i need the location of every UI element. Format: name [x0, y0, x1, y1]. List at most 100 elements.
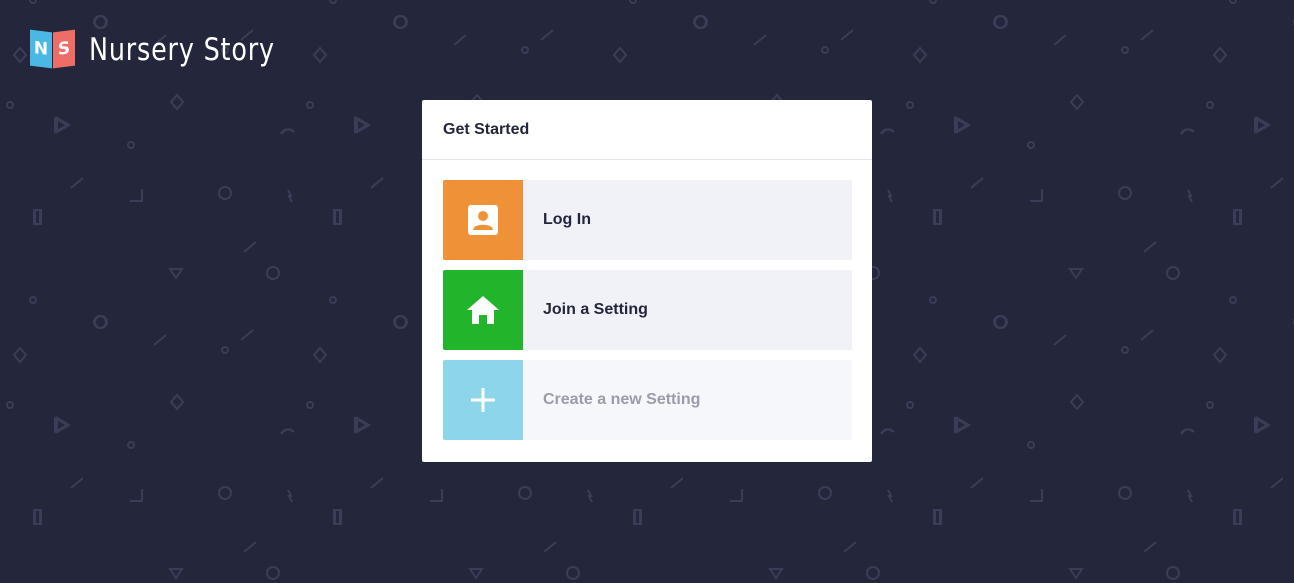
pattern-doodle	[12, 46, 28, 64]
pattern-doodle	[587, 489, 593, 503]
pattern-doodle	[70, 177, 84, 189]
pattern-doodle	[334, 209, 342, 225]
pattern-doodle	[1030, 489, 1043, 502]
pattern-doodle	[70, 477, 84, 489]
log-in-icon-tile	[443, 180, 523, 260]
pattern-doodle	[34, 509, 42, 525]
pattern-doodle	[312, 46, 328, 64]
create-setting-button[interactable]: Create a new Setting	[443, 360, 852, 440]
pattern-doodle	[221, 346, 229, 354]
pattern-doodle	[1030, 189, 1043, 202]
pattern-doodle	[1166, 566, 1180, 580]
pattern-doodle	[240, 329, 254, 341]
options-list: Log In Join a Setting Create a new Setti…	[422, 160, 872, 440]
pattern-doodle	[634, 509, 642, 525]
pattern-doodle	[243, 241, 257, 253]
pattern-doodle	[629, 0, 637, 4]
home-icon	[467, 296, 499, 324]
brand-logo[interactable]: N S Nursery Story	[30, 29, 316, 69]
pattern-doodle	[1187, 489, 1193, 503]
pattern-doodle	[768, 568, 784, 580]
pattern-doodle	[521, 46, 529, 54]
pattern-doodle	[168, 568, 184, 580]
pattern-doodle	[130, 489, 143, 502]
pattern-doodle	[169, 93, 185, 111]
pattern-doodle	[306, 401, 314, 409]
pattern-doodle	[1229, 0, 1237, 4]
pattern-doodle	[887, 489, 893, 503]
pattern-doodle	[1053, 334, 1067, 346]
pattern-doodle	[887, 189, 893, 203]
card-header: Get Started	[422, 100, 872, 160]
pattern-doodle	[612, 46, 628, 64]
pattern-doodle	[218, 186, 232, 200]
logo-mark: N S	[30, 29, 76, 69]
pattern-doodle	[1121, 346, 1129, 354]
pattern-doodle	[243, 541, 257, 553]
pattern-doodle	[266, 266, 280, 280]
pattern-doodle	[1069, 393, 1085, 411]
pattern-doodle	[970, 477, 984, 489]
log-in-button[interactable]: Log In	[443, 180, 852, 260]
pattern-doodle	[312, 346, 328, 364]
brand-name: Nursery Story	[89, 31, 275, 68]
get-started-card: Get Started Log In Join a Setting Create…	[422, 100, 872, 462]
pattern-doodle	[6, 101, 14, 109]
pattern-doodle	[130, 189, 143, 202]
pattern-doodle	[543, 541, 557, 553]
pattern-doodle	[1118, 186, 1132, 200]
pattern-doodle	[840, 29, 854, 41]
pattern-doodle	[1140, 329, 1154, 341]
pattern-doodle	[929, 296, 937, 304]
plus-icon	[471, 388, 495, 412]
pattern-doodle	[1027, 441, 1035, 449]
pattern-doodle	[1206, 101, 1214, 109]
pattern-doodle	[370, 177, 384, 189]
pattern-doodle	[1143, 541, 1157, 553]
pattern-doodle	[1187, 189, 1193, 203]
pattern-doodle	[912, 346, 928, 364]
log-in-label: Log In	[543, 211, 591, 228]
logo-mark-s: S	[53, 29, 75, 69]
pattern-doodle	[1166, 266, 1180, 280]
create-setting-icon-tile	[443, 360, 523, 440]
pattern-doodle	[1143, 241, 1157, 253]
pattern-doodle	[906, 401, 914, 409]
pattern-doodle	[287, 489, 293, 503]
pattern-doodle	[912, 46, 928, 64]
pattern-doodle	[287, 189, 293, 203]
pattern-doodle	[468, 568, 484, 580]
join-setting-button[interactable]: Join a Setting	[443, 270, 852, 350]
pattern-doodle	[1270, 477, 1284, 489]
pattern-doodle	[153, 334, 167, 346]
pattern-doodle	[970, 177, 984, 189]
card-title: Get Started	[443, 120, 530, 138]
pattern-doodle	[329, 296, 337, 304]
pattern-doodle	[370, 477, 384, 489]
user-badge-icon	[468, 205, 498, 235]
pattern-doodle	[1118, 486, 1132, 500]
pattern-doodle	[929, 0, 937, 4]
pattern-doodle	[934, 509, 942, 525]
pattern-doodle	[29, 0, 37, 4]
pattern-doodle	[1027, 141, 1035, 149]
pattern-doodle	[1140, 29, 1154, 41]
pattern-doodle	[329, 0, 337, 4]
pattern-doodle	[1234, 509, 1242, 525]
pattern-doodle	[1068, 268, 1084, 280]
pattern-doodle	[670, 477, 684, 489]
join-setting-icon-tile	[443, 270, 523, 350]
pattern-doodle	[1270, 177, 1284, 189]
pattern-doodle	[1121, 46, 1129, 54]
pattern-doodle	[34, 209, 42, 225]
pattern-doodle	[1229, 296, 1237, 304]
pattern-doodle	[168, 268, 184, 280]
pattern-doodle	[169, 393, 185, 411]
pattern-doodle	[1206, 401, 1214, 409]
pattern-doodle	[1212, 346, 1228, 364]
pattern-doodle	[1234, 209, 1242, 225]
pattern-doodle	[906, 101, 914, 109]
pattern-doodle	[29, 296, 37, 304]
logo-mark-n: N	[30, 29, 52, 69]
pattern-doodle	[127, 141, 135, 149]
